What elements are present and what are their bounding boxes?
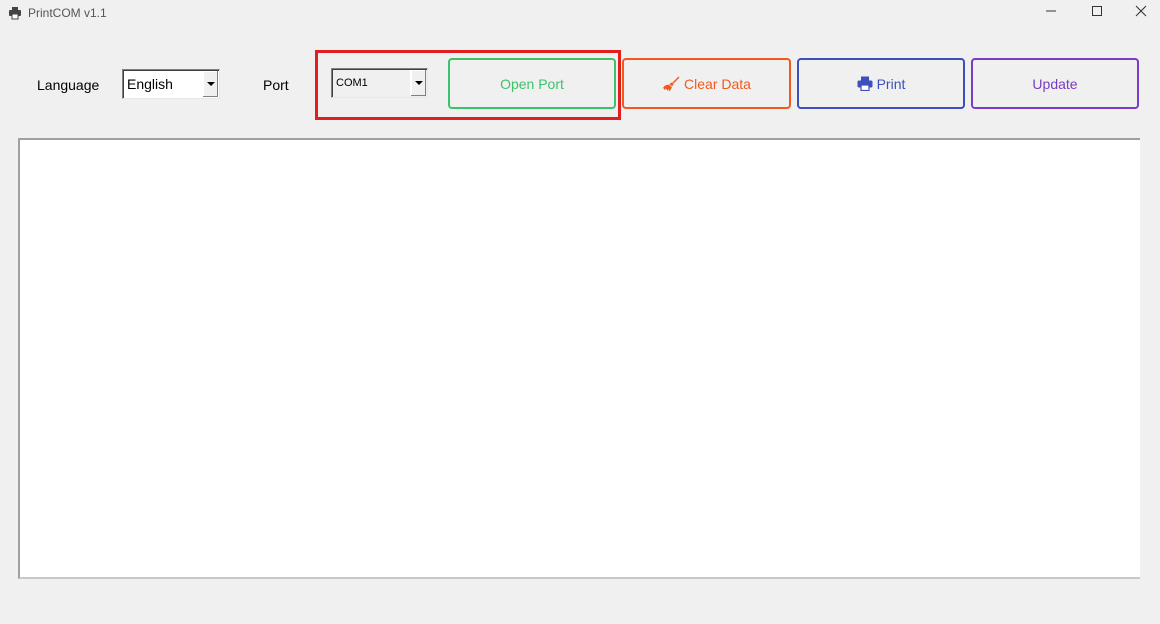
- language-select-value: English: [127, 76, 173, 92]
- title-bar: PrintCOM v1.1: [0, 0, 1160, 26]
- printer-icon: [857, 76, 873, 91]
- maximize-icon: [1091, 4, 1103, 22]
- close-button[interactable]: [1118, 0, 1160, 26]
- language-select[interactable]: English: [122, 69, 220, 99]
- language-label: Language: [37, 77, 100, 93]
- minimize-icon: [1045, 4, 1057, 22]
- output-textarea[interactable]: [18, 138, 1140, 579]
- update-button[interactable]: Update: [971, 58, 1139, 109]
- port-label: Port: [263, 77, 289, 93]
- maximize-button[interactable]: [1074, 0, 1120, 26]
- dropdown-arrow-icon: [414, 81, 423, 85]
- language-dropdown-button[interactable]: [202, 71, 218, 97]
- open-port-button[interactable]: Open Port: [448, 58, 616, 109]
- print-button[interactable]: Print: [797, 58, 965, 109]
- open-port-label: Open Port: [500, 75, 564, 92]
- update-label: Update: [1032, 75, 1078, 92]
- printer-icon: [8, 6, 22, 20]
- port-select-value: COM1: [336, 77, 368, 89]
- window-title: PrintCOM v1.1: [28, 6, 107, 20]
- port-dropdown-button[interactable]: [410, 70, 426, 96]
- broom-icon: [662, 76, 680, 92]
- minimize-button[interactable]: [1028, 0, 1074, 26]
- close-icon: [1135, 4, 1147, 22]
- dropdown-arrow-icon: [206, 82, 215, 86]
- clear-data-label: Clear Data: [684, 75, 751, 92]
- print-label: Print: [876, 75, 906, 92]
- port-select[interactable]: COM1: [331, 68, 428, 98]
- clear-data-button[interactable]: Clear Data: [622, 58, 791, 109]
